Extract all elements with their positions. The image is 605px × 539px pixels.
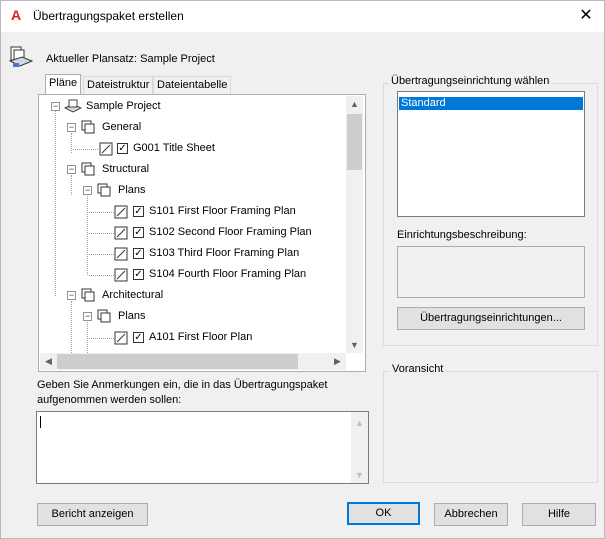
tab-label: Pläne	[49, 77, 78, 89]
scrollbar-thumb[interactable]	[57, 354, 298, 369]
scroll-down-icon[interactable]: ▼	[347, 340, 362, 350]
tree-label: Structural	[102, 163, 150, 175]
button-label: Abbrechen	[444, 508, 498, 520]
subset-icon	[81, 120, 95, 134]
scroll-left-icon[interactable]: ◀	[41, 356, 56, 367]
dialog-window: A Übertragungspaket erstellen ✕ Aktuelle…	[0, 0, 605, 539]
checkbox-s102[interactable]: ✓	[133, 227, 144, 238]
sheet-icon	[114, 226, 128, 240]
subset-icon	[81, 162, 95, 176]
tab-dateientabelle[interactable]: Dateientabelle	[153, 76, 232, 95]
notes-label: Geben Sie Anmerkungen ein, die in das Üb…	[37, 379, 328, 391]
tree-node-s102[interactable]: ✓ S102 Second Floor Framing Plan	[40, 224, 340, 242]
tree-label: A101 First Floor Plan	[149, 331, 253, 343]
sheetset-icon	[8, 46, 34, 67]
sheet-icon	[114, 247, 128, 261]
tab-plaene[interactable]: Pläne	[45, 74, 82, 95]
preview-group	[383, 371, 598, 483]
checkbox-s104[interactable]: ✓	[133, 269, 144, 280]
tree-node-structural-plans[interactable]: − Plans	[40, 182, 340, 200]
collapse-icon[interactable]: −	[51, 102, 60, 111]
tree-node-s101[interactable]: ✓ S101 First Floor Framing Plan	[40, 203, 340, 221]
collapse-icon[interactable]: −	[67, 291, 76, 300]
scroll-up-icon[interactable]: ▲	[352, 418, 367, 428]
current-sheetset-label: Aktueller Plansatz: Sample Project	[46, 53, 215, 65]
tree-label: General	[102, 121, 142, 133]
checkbox-a101[interactable]: ✓	[133, 332, 144, 343]
notes-label: aufgenommen werden sollen:	[37, 394, 182, 406]
tree-label: S104 Fourth Floor Framing Plan	[149, 268, 307, 280]
text-cursor	[40, 416, 41, 428]
sheetset-node-icon	[64, 99, 82, 113]
button-label: Übertragungseinrichtungen...	[420, 312, 562, 324]
sheet-icon	[114, 268, 128, 282]
transmittal-setups-button[interactable]: Übertragungseinrichtungen...	[397, 307, 585, 330]
dialog-title: Übertragungspaket erstellen	[33, 9, 184, 23]
tree-label: S103 Third Floor Framing Plan	[149, 247, 300, 259]
tree-label: G001 Title Sheet	[133, 142, 215, 154]
cancel-button[interactable]: Abbrechen	[434, 503, 508, 526]
title-bar: A Übertragungspaket erstellen ✕	[1, 1, 604, 32]
subset-icon	[97, 183, 111, 197]
tree-label: Plans	[118, 310, 146, 322]
tree-node-general[interactable]: − General	[40, 119, 340, 137]
view-report-button[interactable]: Bericht anzeigen	[37, 503, 148, 526]
tree-label: S101 First Floor Framing Plan	[149, 205, 296, 217]
setup-description-field	[397, 246, 585, 298]
tree-node-root[interactable]: − Sample Project	[40, 98, 340, 116]
sheet-icon	[114, 331, 128, 345]
collapse-icon[interactable]: −	[83, 312, 92, 321]
collapse-icon[interactable]: −	[67, 123, 76, 132]
scrollbar-thumb[interactable]	[347, 114, 362, 170]
sheet-icon	[114, 205, 128, 219]
notes-textarea[interactable]	[36, 411, 369, 484]
tree-label: Sample Project	[86, 100, 161, 112]
tree-node-s103[interactable]: ✓ S103 Third Floor Framing Plan	[40, 245, 340, 263]
sheet-icon	[99, 142, 113, 156]
preview-group-title: Voransicht	[390, 363, 446, 375]
tab-label: Dateistruktur	[87, 79, 150, 91]
subset-icon	[81, 288, 95, 302]
subset-icon	[97, 309, 111, 323]
checkbox-g001[interactable]: ✓	[117, 143, 128, 154]
tree-node-g001[interactable]: ✓ G001 Title Sheet	[40, 140, 340, 158]
tree-node-structural[interactable]: − Structural	[40, 161, 340, 179]
setup-group-title: Übertragungseinrichtung wählen	[389, 75, 552, 87]
autocad-logo-icon: A	[11, 7, 22, 23]
tree-node-architectural[interactable]: − Architectural	[40, 287, 340, 305]
tree-node-architectural-plans[interactable]: − Plans	[40, 308, 340, 326]
close-icon[interactable]: ✕	[574, 5, 598, 27]
setup-list-item-standard[interactable]: Standard	[399, 97, 583, 110]
tree-label: Plans	[118, 184, 146, 196]
scroll-right-icon[interactable]: ▶	[330, 356, 345, 367]
collapse-icon[interactable]: −	[83, 186, 92, 195]
tab-dateistruktur[interactable]: Dateistruktur	[83, 76, 154, 95]
tab-label: Dateientabelle	[157, 79, 228, 91]
collapse-icon[interactable]: −	[67, 165, 76, 174]
tree-node-s104[interactable]: ✓ S104 Fourth Floor Framing Plan	[40, 266, 340, 284]
ok-button[interactable]: OK	[347, 502, 420, 525]
scroll-up-icon[interactable]: ▲	[347, 99, 362, 109]
button-label: Bericht anzeigen	[51, 508, 134, 520]
help-button[interactable]: Hilfe	[522, 503, 596, 526]
setup-description-label: Einrichtungsbeschreibung:	[397, 229, 527, 241]
checkbox-s101[interactable]: ✓	[133, 206, 144, 217]
button-label: Hilfe	[547, 508, 570, 520]
checkbox-s103[interactable]: ✓	[133, 248, 144, 259]
tree-node-a101[interactable]: ✓ A101 First Floor Plan	[40, 329, 340, 347]
tree-label: Architectural	[102, 289, 164, 301]
scroll-down-icon[interactable]: ▼	[352, 470, 367, 480]
sheet-tree[interactable]: − Sample Project − General ✓ G001 Title …	[40, 96, 346, 353]
tree-label: S102 Second Floor Framing Plan	[149, 226, 312, 238]
button-label: OK	[375, 507, 392, 519]
